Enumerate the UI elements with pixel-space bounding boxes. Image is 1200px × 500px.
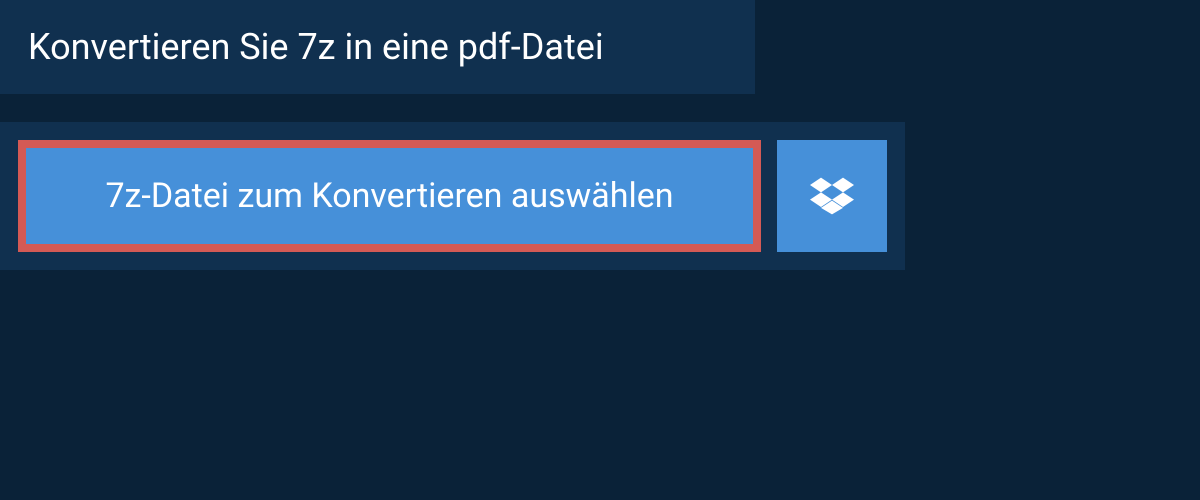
dropbox-button[interactable] <box>777 140 887 252</box>
select-file-button[interactable]: 7z-Datei zum Konvertieren auswählen <box>18 140 761 252</box>
header-bar: Konvertieren Sie 7z in eine pdf-Datei <box>0 0 755 94</box>
page-title: Konvertieren Sie 7z in eine pdf-Datei <box>28 26 727 68</box>
select-file-label: 7z-Datei zum Konvertieren auswählen <box>105 176 673 216</box>
upload-panel: 7z-Datei zum Konvertieren auswählen <box>0 122 905 270</box>
dropbox-icon <box>810 174 854 218</box>
